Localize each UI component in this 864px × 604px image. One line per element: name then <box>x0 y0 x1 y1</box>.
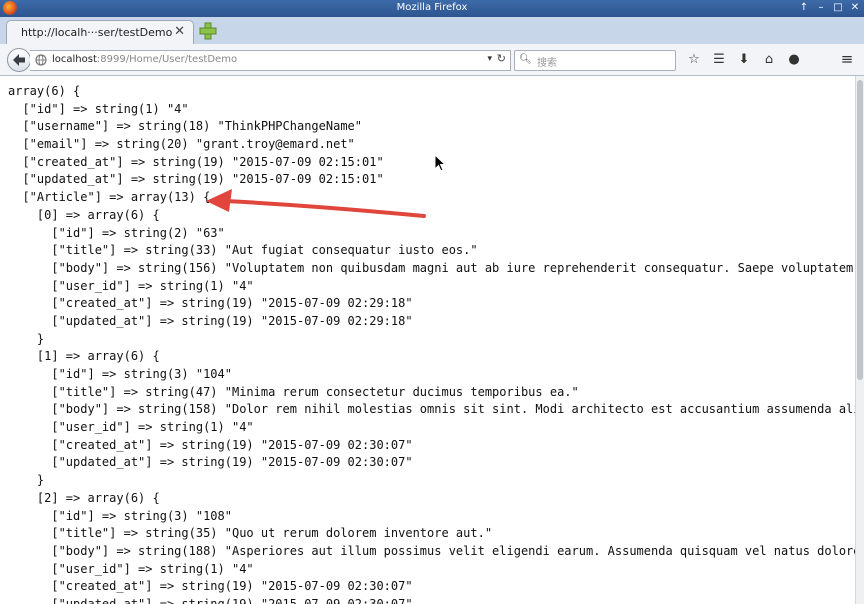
code-line: ["updated_at"] => string(19) "2015-07-09… <box>8 313 413 328</box>
tab-label: http://localh···ser/testDemo <box>21 26 173 39</box>
code-line: ["created_at"] => string(19) "2015-07-09… <box>8 437 413 452</box>
hamburger-menu-icon[interactable]: ≡ <box>836 48 858 70</box>
search-input[interactable]: 🔍︎ 搜索 <box>514 50 676 71</box>
address-path: :8999/Home/User/testDemo <box>96 54 238 65</box>
code-line: [1] => array(6) { <box>8 349 160 364</box>
code-line: ["updated_at"] => string(19) "2015-07-09… <box>8 172 384 187</box>
code-line: ["id"] => string(2) "63" <box>8 225 225 240</box>
code-line: ["created_at"] => string(19) "2015-07-09… <box>8 154 384 169</box>
back-arrow-icon <box>13 54 25 66</box>
search-placeholder: 搜索 <box>537 58 557 69</box>
window-controls: ↑ – □ ✕ <box>797 1 862 16</box>
reload-icon[interactable]: ↻ <box>497 52 506 65</box>
code-line: ["created_at"] => string(19) "2015-07-09… <box>8 296 413 311</box>
code-line: ["email"] => string(20) "grant.troy@emar… <box>8 137 355 152</box>
site-identity-globe-icon[interactable] <box>35 54 47 66</box>
address-bar[interactable]: localhost:8999/Home/User/testDemo ▾ ↻ <box>30 50 511 71</box>
code-line: ["title"] => string(47) "Minima rerum co… <box>8 384 579 399</box>
window-maximize-button[interactable]: □ <box>831 1 845 15</box>
code-line: ["username"] => string(18) "ThinkPHPChan… <box>8 119 363 134</box>
toolbar-icons: ☆ ☰ ⬇ ⌂ ● <box>682 48 807 70</box>
window-title-bar: Mozilla Firefox ↑ – □ ✕ <box>0 0 864 17</box>
navigation-toolbar: localhost:8999/Home/User/testDemo ▾ ↻ 🔍︎… <box>0 44 864 76</box>
tab-testdemo[interactable]: http://localh···ser/testDemo ✕ <box>6 20 194 45</box>
code-line: ["id"] => string(3) "104" <box>8 367 232 381</box>
bookmark-star-icon[interactable]: ☆ <box>682 48 706 70</box>
scrollbar-thumb[interactable] <box>857 80 863 380</box>
code-line: ["Article"] => array(13) { <box>8 190 211 205</box>
code-line: } <box>8 331 45 346</box>
code-line: ["updated_at"] => string(19) "2015-07-09… <box>8 596 413 604</box>
code-line: ["body"] => string(156) "Voluptatem non … <box>8 260 856 275</box>
code-line: ["id"] => string(3) "108" <box>8 508 232 523</box>
search-icon: 🔍︎ <box>519 54 532 65</box>
history-dropdown-icon[interactable]: ▾ <box>487 54 492 64</box>
code-line: ["created_at"] => string(19) "2015-07-09… <box>8 579 413 594</box>
vertical-scrollbar[interactable] <box>855 76 864 604</box>
window-title: Mozilla Firefox <box>396 2 468 13</box>
code-line: ["user_id"] => string(1) "4" <box>8 420 254 435</box>
mouse-cursor-icon <box>434 154 447 172</box>
code-line: [0] => array(6) { <box>8 207 160 222</box>
code-line: ["body"] => string(158) "Dolor rem nihil… <box>8 402 856 417</box>
chat-icon[interactable]: ● <box>782 48 806 70</box>
code-line: array(6) { <box>8 84 81 98</box>
code-line: ["id"] => string(1) "4" <box>8 101 189 116</box>
code-line: ["title"] => string(35) "Quo ut rerum do… <box>8 526 493 541</box>
address-host: localhost <box>52 54 97 65</box>
new-tab-plus-icon[interactable] <box>198 21 218 41</box>
code-line: ["updated_at"] => string(19) "2015-07-09… <box>8 455 413 470</box>
code-line: [2] => array(6) { <box>8 490 160 505</box>
page-content: array(6) { ["id"] => string(1) "4" ["use… <box>0 76 856 604</box>
back-button[interactable] <box>7 48 31 72</box>
download-icon[interactable]: ⬇ <box>732 48 756 70</box>
code-line: } <box>8 473 45 488</box>
var-dump-output: array(6) { ["id"] => string(1) "4" ["use… <box>8 83 856 604</box>
code-line: ["body"] => string(188) "Asperiores aut … <box>8 543 856 558</box>
tab-close-icon[interactable]: ✕ <box>174 24 185 39</box>
reading-list-icon[interactable]: ☰ <box>707 48 731 70</box>
address-url: localhost:8999/Home/User/testDemo <box>52 54 237 65</box>
tab-strip: http://localh···ser/testDemo ✕ <box>0 17 864 45</box>
window-minimize-button[interactable]: – <box>814 1 828 15</box>
window-pin-icon[interactable]: ↑ <box>797 1 811 15</box>
home-icon[interactable]: ⌂ <box>757 48 781 70</box>
code-line: ["user_id"] => string(1) "4" <box>8 278 254 293</box>
code-line: ["title"] => string(33) "Aut fugiat cons… <box>8 243 478 258</box>
code-line: ["user_id"] => string(1) "4" <box>8 561 254 576</box>
window-close-button[interactable]: ✕ <box>848 1 862 15</box>
